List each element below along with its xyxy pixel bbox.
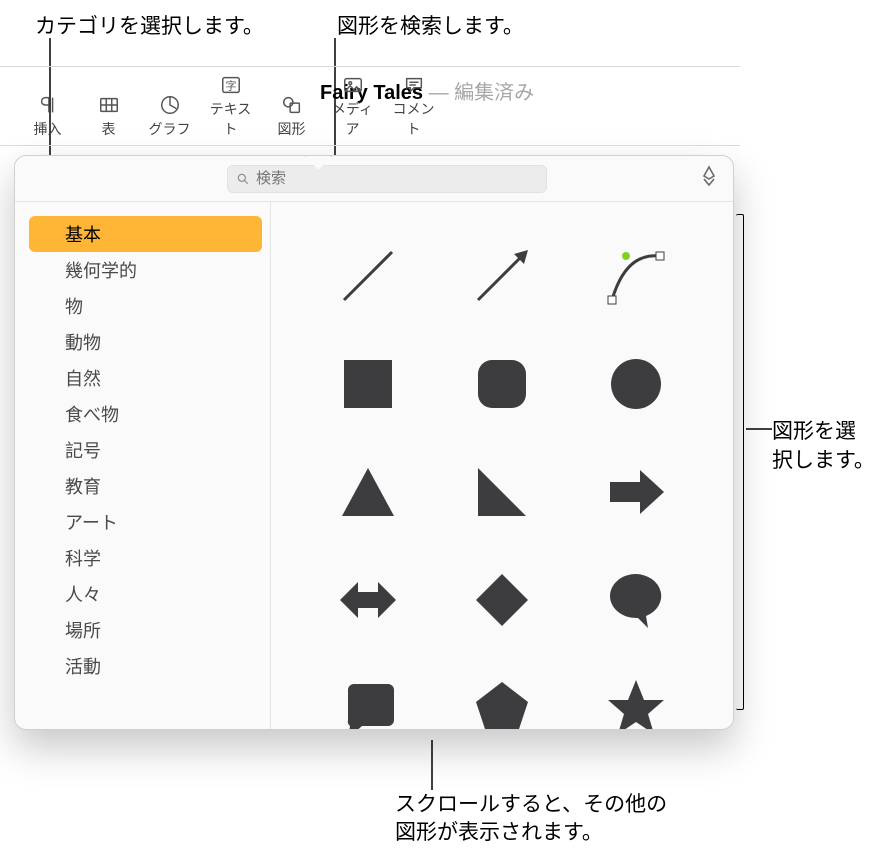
toolbar-chart[interactable]: グラフ [142, 91, 197, 139]
category-item[interactable]: 場所 [15, 612, 270, 648]
lbl: 挿入 [20, 119, 75, 139]
toolbar-insert[interactable]: 挿入 [20, 91, 75, 139]
shape-arrow-right[interactable] [604, 460, 668, 524]
category-item[interactable]: 物 [15, 288, 270, 324]
category-item[interactable]: 幾何学的 [15, 252, 270, 288]
search-icon [236, 172, 250, 186]
bracket-shapes [736, 214, 744, 710]
search-box[interactable] [227, 165, 547, 193]
callout-scroll-l2: 図形が表示されます。 [395, 818, 603, 848]
toolbar-shape[interactable]: 図形 [264, 91, 319, 139]
leader-scroll [430, 740, 434, 790]
text-icon: 字 [203, 71, 258, 99]
shape-triangle[interactable] [336, 460, 400, 524]
callout-scroll-l1: スクロールすると、その他の [395, 790, 667, 820]
category-item[interactable]: 記号 [15, 432, 270, 468]
shapes-grid[interactable] [271, 202, 733, 729]
image-icon [325, 71, 380, 99]
category-item[interactable]: 科学 [15, 540, 270, 576]
category-item[interactable]: 教育 [15, 468, 270, 504]
lbl: 図形 [264, 119, 319, 139]
toolbar: 挿入 表 グラフ 字テキスト 図形 メディア コメント [0, 66, 740, 146]
lbl: 表 [81, 119, 136, 139]
shape-diamond[interactable] [470, 568, 534, 632]
callout-search: 図形を検索します。 [337, 12, 524, 42]
category-list: 基本幾何学的物動物自然食べ物記号教育アート科学人々場所活動 [15, 202, 271, 729]
search-row [15, 156, 733, 202]
shape-speech[interactable] [604, 568, 668, 632]
table-icon [81, 91, 136, 119]
callout-pick-l1: 図形を選 [772, 417, 856, 447]
lbl: コメント [386, 99, 441, 139]
shape-star[interactable] [604, 676, 668, 729]
callout-pick-l2: 択します。 [772, 446, 875, 476]
draw-button[interactable] [697, 164, 721, 193]
category-item[interactable]: 動物 [15, 324, 270, 360]
category-item[interactable]: アート [15, 504, 270, 540]
svg-text:字: 字 [225, 79, 236, 93]
pie-icon [142, 91, 197, 119]
shape-arrow-line[interactable] [470, 244, 534, 308]
shape-circle[interactable] [604, 352, 668, 416]
shape-right-triangle[interactable] [470, 460, 534, 524]
category-item[interactable]: 活動 [15, 648, 270, 684]
shape-callout-sq[interactable] [336, 676, 400, 729]
shape-rounded-square[interactable] [470, 352, 534, 416]
shape-curve[interactable] [604, 244, 668, 308]
search-input[interactable] [256, 170, 538, 187]
paragraph-icon [20, 91, 75, 119]
shape-line[interactable] [336, 244, 400, 308]
shape-double-arrow[interactable] [336, 568, 400, 632]
category-item[interactable]: 人々 [15, 576, 270, 612]
toolbar-comment[interactable]: コメント [386, 71, 441, 139]
pen-icon [697, 164, 721, 188]
category-item[interactable]: 食べ物 [15, 396, 270, 432]
shapes-icon [264, 91, 319, 119]
leader-pick [746, 427, 772, 431]
callout-category: カテゴリを選択します。 [35, 12, 264, 42]
toolbar-table[interactable]: 表 [81, 91, 136, 139]
category-item[interactable]: 基本 [29, 216, 262, 252]
category-item[interactable]: 自然 [15, 360, 270, 396]
shape-square[interactable] [336, 352, 400, 416]
toolbar-text[interactable]: 字テキスト [203, 71, 258, 139]
shapes-popover: 基本幾何学的物動物自然食べ物記号教育アート科学人々場所活動 [14, 155, 734, 730]
toolbar-media[interactable]: メディア [325, 71, 380, 139]
shape-pentagon[interactable] [470, 676, 534, 729]
lbl: グラフ [142, 119, 197, 139]
lbl: メディア [325, 99, 380, 139]
lbl: テキスト [203, 99, 258, 139]
popover-body: 基本幾何学的物動物自然食べ物記号教育アート科学人々場所活動 [15, 202, 733, 729]
comment-icon [386, 71, 441, 99]
